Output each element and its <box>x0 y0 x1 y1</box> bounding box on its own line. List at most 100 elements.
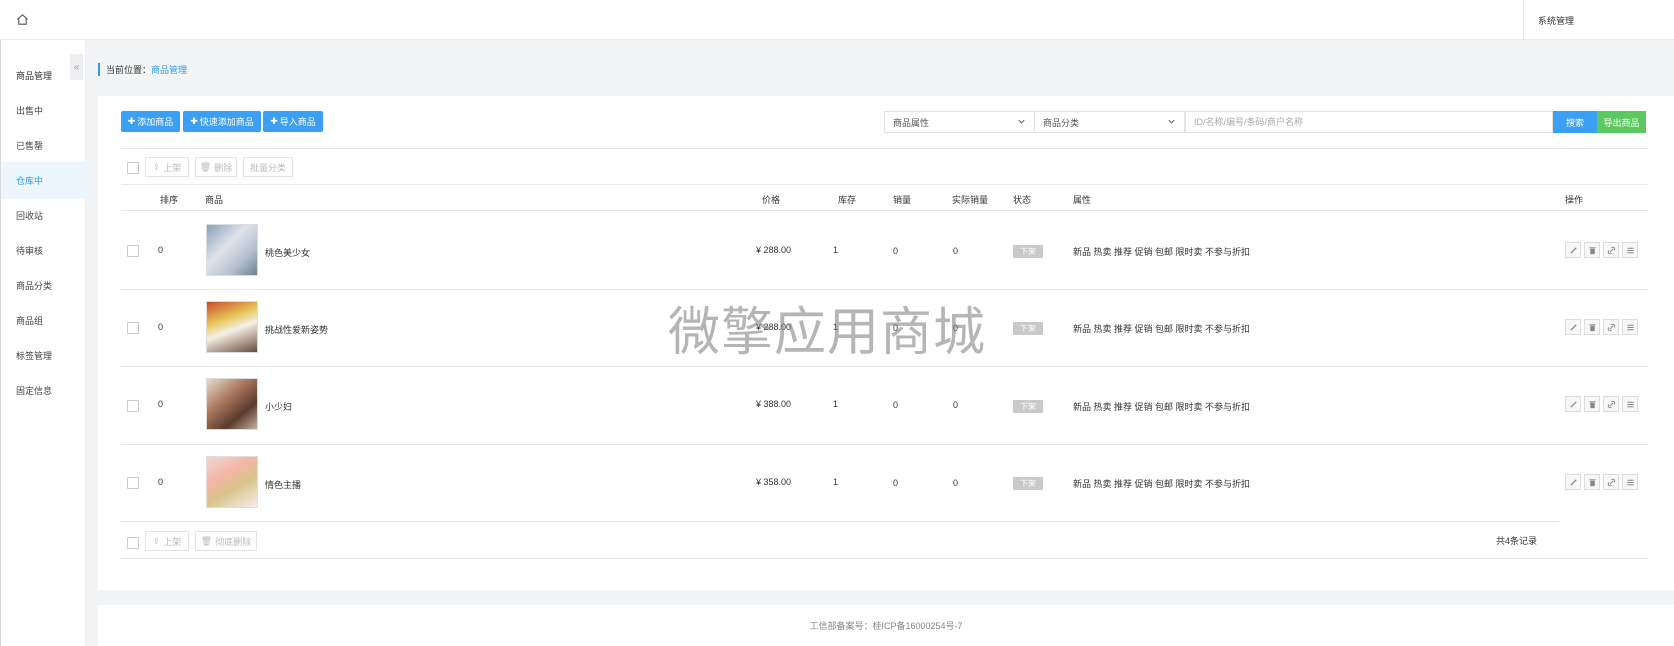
add-product-button[interactable]: ✚ 添加商品 <box>121 111 180 132</box>
pencil-icon <box>1569 400 1577 408</box>
product-attributes[interactable]: 新品 热卖 推荐 促销 包邮 限时卖 不参与折扣 <box>1073 400 1250 413</box>
column-sales[interactable]: 销量 <box>893 193 911 206</box>
column-price[interactable]: 价格 <box>762 193 780 206</box>
trash-icon <box>1588 478 1596 486</box>
row-sort[interactable]: 0 <box>158 477 163 487</box>
collapse-sidebar-button[interactable]: « <box>70 54 83 80</box>
watermark: 微擎应用商城 <box>668 303 987 363</box>
row-sort[interactable]: 0 <box>158 322 163 332</box>
system-management-label: 系统管理 <box>1537 15 1574 26</box>
sidebar-item-categories[interactable]: 商品分类 <box>1 267 87 304</box>
status-badge[interactable]: 下架 <box>1013 245 1043 258</box>
edit-button[interactable] <box>1565 319 1581 335</box>
edit-button[interactable] <box>1565 396 1581 412</box>
quick-add-product-button[interactable]: ✚ 快速添加商品 <box>183 111 261 132</box>
system-management-link[interactable]: 系统管理 <box>1522 0 1588 40</box>
more-button[interactable] <box>1622 319 1638 335</box>
row-checkbox[interactable] <box>127 400 139 412</box>
column-attributes: 属性 <box>1073 195 1092 205</box>
sidebar-item-recycle-bin[interactable]: 回收站 <box>1 197 87 234</box>
divider <box>121 558 1648 559</box>
total-records: 共4条记录 <box>1496 536 1538 546</box>
edit-button[interactable] <box>1565 242 1581 258</box>
search-button[interactable]: 搜索 <box>1553 111 1597 133</box>
delete-button[interactable] <box>1584 396 1600 412</box>
export-products-button[interactable]: 导出商品 <box>1597 111 1646 133</box>
edit-button[interactable] <box>1565 474 1581 490</box>
bulk-shelf-button-bottom[interactable]: ⇪ 上架 <box>145 531 189 551</box>
row-actions <box>1565 474 1638 490</box>
product-attributes[interactable]: 新品 热卖 推荐 促销 包邮 限时卖 不参与折扣 <box>1073 322 1250 335</box>
delete-button[interactable] <box>1584 474 1600 490</box>
row-sort[interactable]: 0 <box>158 399 163 409</box>
top-bar: 系统管理 <box>0 0 1674 40</box>
select-all-checkbox[interactable] <box>127 162 139 174</box>
product-sales: 0 <box>893 400 899 410</box>
import-product-button[interactable]: ✚ 导入商品 <box>263 111 323 132</box>
row-actions <box>1565 242 1638 258</box>
delete-forever-button[interactable]: 🗑 彻底删除 <box>195 531 257 551</box>
plus-icon: ✚ <box>127 116 136 126</box>
product-name[interactable]: 桃色美少女 <box>265 246 310 259</box>
status-badge[interactable]: 下架 <box>1013 477 1043 490</box>
plus-icon: ✚ <box>270 116 278 126</box>
link-button[interactable] <box>1603 319 1619 335</box>
icp-record[interactable]: 工信部备案号：桂ICP备16000254号-7 <box>809 619 962 632</box>
menu-icon <box>1626 401 1634 407</box>
row-actions <box>1565 396 1638 412</box>
column-stock[interactable]: 库存 <box>838 193 856 206</box>
link-button[interactable] <box>1603 242 1619 258</box>
home-icon[interactable] <box>16 13 29 26</box>
product-thumbnail <box>206 378 258 430</box>
select-all-checkbox-bottom[interactable] <box>127 537 139 549</box>
menu-icon <box>1626 479 1634 485</box>
menu-icon <box>1626 247 1634 253</box>
upload-icon: ⇪ <box>152 535 161 546</box>
category-select-value: 商品分类 <box>1043 117 1080 128</box>
category-select[interactable]: 商品分类 <box>1034 111 1185 133</box>
attribute-select[interactable]: 商品属性 <box>884 111 1035 133</box>
link-button[interactable] <box>1603 474 1619 490</box>
product-name[interactable]: 挑战性爱新姿势 <box>265 323 328 336</box>
product-name[interactable]: 小少妇 <box>265 400 292 413</box>
search-input[interactable] <box>1185 111 1553 133</box>
breadcrumb-current[interactable]: 商品管理 <box>151 63 187 76</box>
status-badge[interactable]: 下架 <box>1013 322 1043 335</box>
bulk-shelf-button[interactable]: ⇪ 上架 <box>145 157 189 177</box>
column-sort[interactable]: 排序 <box>160 193 178 206</box>
row-checkbox[interactable] <box>127 322 139 334</box>
link-button[interactable] <box>1603 396 1619 412</box>
more-button[interactable] <box>1622 396 1638 412</box>
sidebar-item-fixed-info[interactable]: 固定信息 <box>1 372 87 409</box>
column-actions: 操作 <box>1565 195 1584 205</box>
menu-icon <box>1626 324 1634 330</box>
sidebar-item-on-sale[interactable]: 出售中 <box>1 92 87 129</box>
quick-add-label: 快速添加商品 <box>199 117 254 127</box>
row-checkbox[interactable] <box>127 477 139 489</box>
column-product: 商品 <box>205 195 224 205</box>
row-actions <box>1565 319 1638 335</box>
breadcrumb-prefix: 当前位置： <box>106 65 152 75</box>
more-button[interactable] <box>1622 242 1638 258</box>
bulk-delete-button[interactable]: 🗑 删除 <box>195 157 237 177</box>
status-badge[interactable]: 下架 <box>1013 400 1043 413</box>
sidebar-item-sold-out[interactable]: 已售罄 <box>1 127 87 164</box>
sidebar-item-warehouse[interactable]: 仓库中 <box>1 162 87 199</box>
divider <box>121 521 1559 522</box>
product-attributes[interactable]: 新品 热卖 推荐 促销 包邮 限时卖 不参与折扣 <box>1073 477 1250 490</box>
delete-button[interactable] <box>1584 319 1600 335</box>
product-thumbnail <box>206 456 258 508</box>
product-attributes[interactable]: 新品 热卖 推荐 促销 包邮 限时卖 不参与折扣 <box>1073 245 1250 258</box>
link-icon <box>1607 400 1615 408</box>
delete-button[interactable] <box>1584 242 1600 258</box>
more-button[interactable] <box>1622 474 1638 490</box>
product-name[interactable]: 情色主播 <box>265 478 301 491</box>
batch-category-button[interactable]: 批量分类 <box>243 157 293 177</box>
row-checkbox[interactable] <box>127 245 139 257</box>
row-sort[interactable]: 0 <box>158 245 163 255</box>
column-real-sales[interactable]: 实际销量 <box>952 193 988 206</box>
sidebar-item-tags[interactable]: 标签管理 <box>1 337 87 374</box>
sidebar-item-pending-review[interactable]: 待审核 <box>1 232 87 269</box>
sidebar-item-groups[interactable]: 商品组 <box>1 302 87 339</box>
bulk-shelf-label: 上架 <box>163 162 182 173</box>
